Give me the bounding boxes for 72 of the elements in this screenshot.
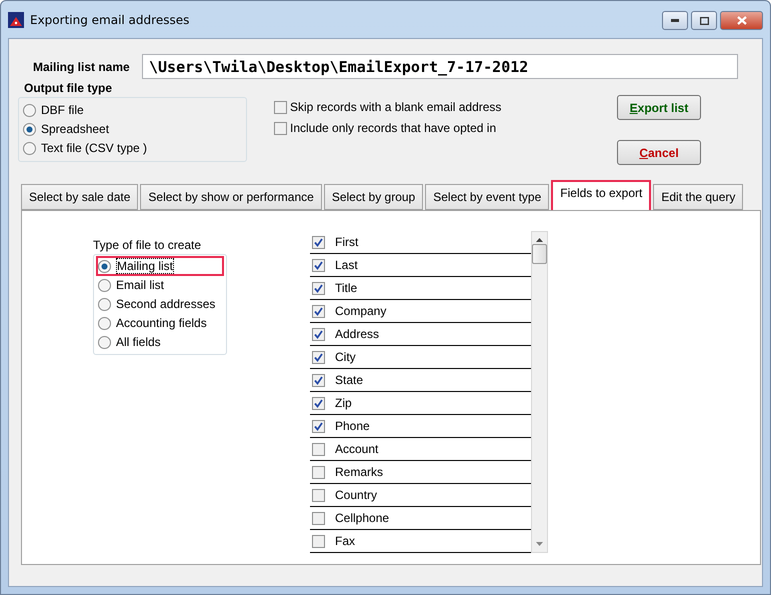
radio-button[interactable]	[23, 122, 36, 136]
radio-label: DBF file	[41, 103, 84, 117]
checkbox-label: Skip records with a blank email address	[290, 100, 502, 114]
cancel-button[interactable]: Cancel	[617, 140, 701, 165]
scroll-down-icon[interactable]	[536, 542, 543, 546]
field-name: Fax	[335, 534, 356, 548]
field-name: Title	[335, 281, 358, 295]
group-label: Type of file to create	[93, 239, 202, 252]
field-name: Account	[335, 442, 378, 456]
tab[interactable]: Select by event type	[425, 184, 550, 210]
checkbox[interactable]	[312, 466, 325, 478]
field-name: Address	[335, 327, 380, 341]
checkbox[interactable]	[312, 534, 325, 548]
export-button[interactable]: Export list	[617, 95, 701, 120]
field-name: City	[335, 350, 356, 364]
field-name: Company	[335, 304, 386, 318]
tab[interactable]: Select by group	[324, 184, 424, 210]
checkbox[interactable]	[312, 350, 325, 364]
checkbox[interactable]	[312, 374, 325, 386]
radio-label: Text file (CSV type )	[41, 141, 148, 155]
checkbox[interactable]	[312, 442, 325, 456]
close-icon	[736, 16, 746, 25]
radio-label: Email list	[116, 278, 164, 292]
radio-label: All fields	[116, 335, 161, 349]
radio-label: Spreadsheet	[41, 122, 110, 136]
checkbox[interactable]	[312, 282, 325, 294]
tab[interactable]: Select by show or performance	[140, 184, 322, 210]
radio-button[interactable]	[98, 316, 111, 330]
checkbox[interactable]	[312, 236, 325, 248]
radio-button[interactable]	[98, 260, 111, 272]
tab[interactable]: Fields to export	[551, 180, 652, 210]
radio-button[interactable]	[23, 142, 36, 154]
checkbox[interactable]	[312, 420, 325, 432]
maximize-button[interactable]	[691, 11, 717, 30]
radio-button[interactable]	[98, 278, 111, 292]
field-name: State	[335, 373, 364, 387]
field-name: Phone	[335, 419, 370, 433]
scroll-up-icon[interactable]	[536, 238, 543, 242]
app-icon	[8, 12, 24, 28]
field-name: First	[335, 235, 358, 249]
window-title: Exporting email addresses	[30, 12, 190, 26]
field-name: Cellphone	[335, 511, 390, 525]
field-name: Remarks	[335, 465, 384, 479]
tab[interactable]: Edit the query	[653, 184, 744, 210]
field-label: Mailing list name	[33, 60, 130, 74]
field-name: Country	[335, 488, 378, 502]
checkbox[interactable]	[274, 122, 287, 134]
radio-button[interactable]	[98, 336, 111, 348]
section-label: Output file type	[24, 81, 113, 95]
scroll-thumb[interactable]	[532, 244, 547, 264]
close-button[interactable]	[720, 11, 763, 30]
checkbox[interactable]	[312, 328, 325, 340]
checkbox[interactable]	[312, 304, 325, 318]
minimize-button[interactable]	[662, 11, 688, 30]
radio-label: Mailing list	[116, 258, 174, 274]
minimize-icon	[671, 19, 679, 22]
tab[interactable]: Select by sale date	[21, 184, 138, 210]
checkbox[interactable]	[274, 100, 287, 114]
field-name: Last	[335, 258, 358, 272]
maximize-icon	[700, 16, 708, 24]
radio-button[interactable]	[23, 104, 36, 116]
radio-label: Second addresses	[116, 297, 216, 311]
mailing-list-name-field[interactable]: \Users\Twila\Desktop\EmailExport_7-17-2012	[142, 54, 738, 79]
checkbox[interactable]	[312, 512, 325, 524]
checkbox-label: Include only records that have opted in	[290, 121, 496, 135]
field-name: Zip	[335, 396, 352, 410]
scrollbar[interactable]	[531, 231, 548, 553]
radio-label: Accounting fields	[116, 316, 207, 330]
checkbox[interactable]	[312, 258, 325, 272]
radio-button[interactable]	[98, 298, 111, 310]
checkbox[interactable]	[312, 488, 325, 502]
checkbox[interactable]	[312, 396, 325, 410]
